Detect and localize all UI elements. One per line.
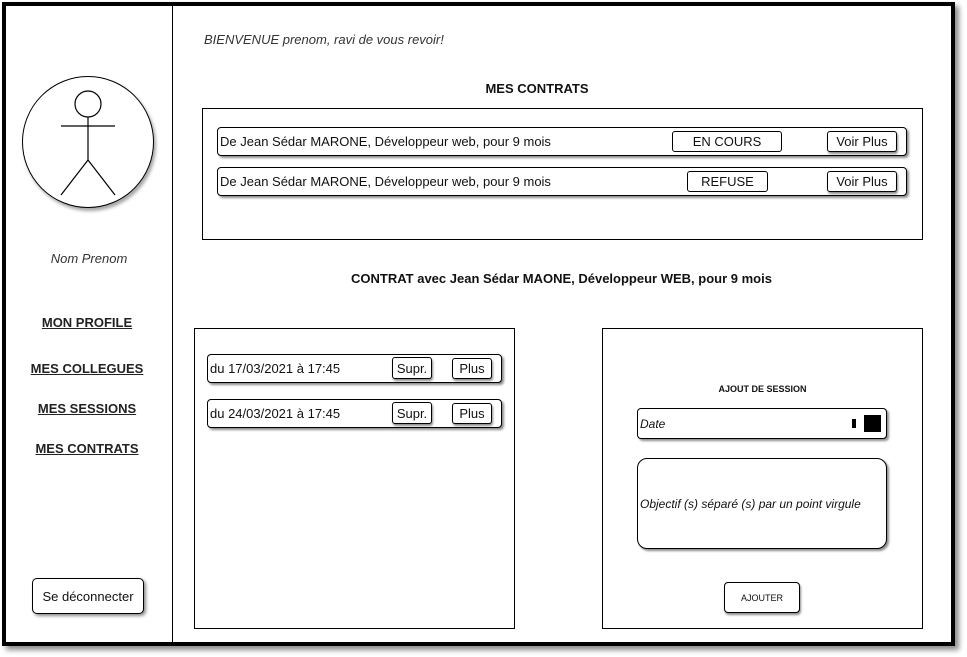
contracts-panel: De Jean Sédar MARONE, Développeur web, p…	[202, 108, 923, 240]
date-field[interactable]: Date	[637, 408, 887, 439]
nav-my-contracts[interactable]: MES CONTRATS	[6, 441, 168, 456]
sidebar: Nom Prenom MON PROFILE MES COLLEGUES MES…	[6, 6, 173, 642]
session-date: du 17/03/2021 à 17:45	[210, 361, 341, 376]
contract-row: De Jean Sédar MARONE, Développeur web, p…	[217, 167, 907, 196]
add-session-button[interactable]: AJOUTER	[724, 582, 800, 613]
view-more-button[interactable]: Voir Plus	[827, 171, 897, 192]
nav-my-sessions[interactable]: MES SESSIONS	[6, 401, 168, 416]
delete-session-button[interactable]: Supr.	[392, 357, 432, 379]
session-row: du 24/03/2021 à 17:45 Supr. Plus	[207, 399, 502, 428]
objectives-placeholder: Objectif (s) séparé (s) par un point vir…	[640, 497, 861, 511]
contract-description: De Jean Sédar MARONE, Développeur web, p…	[220, 174, 551, 189]
contracts-title: MES CONTRATS	[485, 81, 589, 96]
welcome-message: BIENVENUE prenom, ravi de vous revoir!	[204, 32, 444, 47]
delete-session-button[interactable]: Supr.	[392, 402, 432, 424]
contract-detail-title: CONTRAT avec Jean Sédar MAONE, Développe…	[351, 271, 772, 286]
more-session-button[interactable]: Plus	[452, 358, 492, 379]
stick-figure-icon	[60, 90, 116, 196]
date-picker-divider	[852, 419, 856, 428]
logout-button[interactable]: Se déconnecter	[32, 578, 144, 614]
add-session-panel: AJOUT DE SESSION Date Objectif (s) sépar…	[602, 328, 923, 629]
add-session-title: AJOUT DE SESSION	[718, 384, 807, 394]
date-placeholder: Date	[640, 417, 666, 431]
avatar	[22, 76, 154, 208]
nav-my-colleagues[interactable]: MES COLLEGUES	[6, 361, 168, 376]
objectives-textarea[interactable]: Objectif (s) séparé (s) par un point vir…	[637, 458, 887, 549]
user-name: Nom Prenom	[50, 251, 128, 266]
nav-my-profile[interactable]: MON PROFILE	[6, 315, 168, 330]
contract-status-badge: EN COURS	[672, 131, 782, 152]
more-session-button[interactable]: Plus	[452, 403, 492, 424]
contract-status-badge: REFUSE	[687, 171, 768, 192]
session-row: du 17/03/2021 à 17:45 Supr. Plus	[207, 354, 502, 383]
contract-description: De Jean Sédar MARONE, Développeur web, p…	[220, 134, 551, 149]
contract-row: De Jean Sédar MARONE, Développeur web, p…	[217, 127, 907, 156]
calendar-icon[interactable]	[864, 415, 881, 432]
view-more-button[interactable]: Voir Plus	[827, 131, 897, 152]
session-date: du 24/03/2021 à 17:45	[210, 406, 341, 421]
sessions-panel: du 17/03/2021 à 17:45 Supr. Plus du 24/0…	[194, 328, 515, 629]
app-window: Nom Prenom MON PROFILE MES COLLEGUES MES…	[2, 2, 955, 646]
